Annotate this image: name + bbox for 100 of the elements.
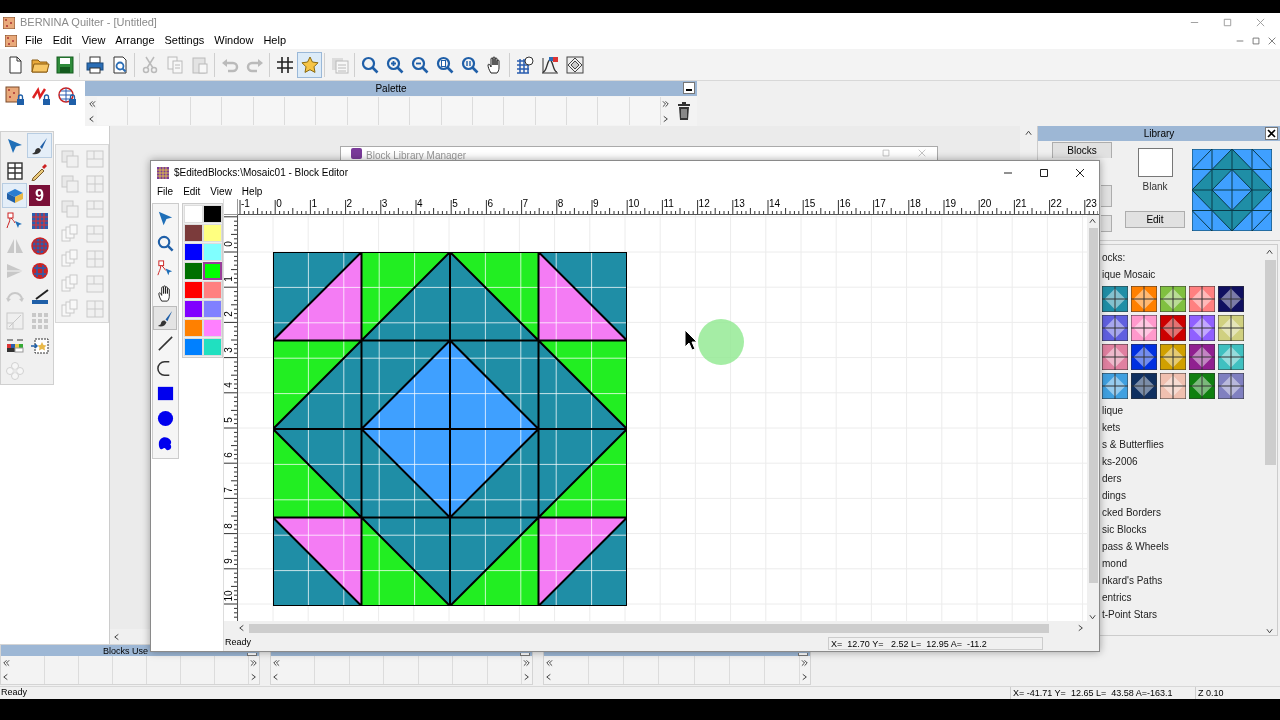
close-icon[interactable] bbox=[1074, 166, 1086, 179]
scroll-icon[interactable] bbox=[801, 673, 809, 681]
category-item[interactable]: kets bbox=[1102, 419, 1263, 436]
category-item[interactable]: lique bbox=[1102, 402, 1263, 419]
menu-item[interactable]: Help bbox=[258, 32, 291, 49]
quilt-block-drawing[interactable] bbox=[273, 252, 627, 606]
ruler-label: 10 bbox=[224, 589, 234, 603]
category-item[interactable]: ders bbox=[1102, 470, 1263, 487]
scroll-up-icon[interactable] bbox=[1024, 129, 1033, 137]
menu-item[interactable]: Window bbox=[209, 32, 259, 49]
scroll-down-icon[interactable] bbox=[1089, 613, 1097, 621]
panel-title: Blocks Use bbox=[103, 645, 148, 656]
quilt-thumbnail[interactable] bbox=[1131, 373, 1157, 399]
menu-item[interactable]: File bbox=[20, 32, 48, 49]
quilt-thumbnail[interactable] bbox=[1131, 286, 1157, 312]
scroll-icon[interactable] bbox=[662, 99, 670, 108]
scroll-left-icon[interactable] bbox=[238, 624, 246, 632]
category-item[interactable]: ique Mosaic bbox=[1102, 266, 1263, 283]
scroll-icon[interactable] bbox=[2, 673, 10, 681]
category-item[interactable]: ks-2006 bbox=[1102, 453, 1263, 470]
scroll-up-icon[interactable] bbox=[1266, 248, 1274, 256]
category-item[interactable]: t-Point Stars bbox=[1102, 606, 1263, 623]
drawing-canvas[interactable] bbox=[238, 215, 1087, 621]
maximize-icon[interactable] bbox=[1038, 166, 1050, 179]
category-item[interactable]: dings bbox=[1102, 487, 1263, 504]
cursor-icon bbox=[684, 329, 698, 351]
category-item[interactable]: s & Butterflies bbox=[1102, 436, 1263, 453]
scroll-thumb[interactable] bbox=[249, 623, 1049, 633]
ruler-label: 18 bbox=[909, 199, 921, 209]
quilt-thumbnail[interactable] bbox=[1189, 373, 1215, 399]
scroll-icon[interactable] bbox=[272, 659, 280, 667]
category-item[interactable]: cked Borders bbox=[1102, 504, 1263, 521]
scroll-icon[interactable] bbox=[801, 659, 809, 667]
scroll-icon[interactable] bbox=[88, 99, 96, 108]
scroll-icon[interactable] bbox=[88, 114, 96, 123]
brush-icon[interactable] bbox=[27, 133, 52, 158]
scroll-right-icon[interactable] bbox=[1077, 624, 1085, 632]
menu-item[interactable]: View bbox=[76, 32, 111, 49]
number-badge[interactable]: 9 bbox=[27, 183, 52, 208]
scroll-thumb[interactable] bbox=[1088, 228, 1098, 583]
ruler-label: 4 bbox=[417, 199, 423, 209]
quilt-thumbnail[interactable] bbox=[1218, 344, 1244, 370]
quilt-thumbnail[interactable] bbox=[1218, 315, 1244, 341]
scroll-icon[interactable] bbox=[2, 659, 10, 667]
category-item[interactable]: sic Blocks bbox=[1102, 521, 1263, 538]
menu-item[interactable]: Arrange bbox=[110, 32, 160, 49]
ruler-label: 7 bbox=[224, 486, 234, 496]
ruler-label: 5 bbox=[224, 416, 234, 425]
brush-icon[interactable] bbox=[153, 306, 178, 330]
scroll-icon[interactable] bbox=[545, 659, 553, 667]
scroll-thumb[interactable] bbox=[1264, 260, 1276, 465]
ruler-label: 8 bbox=[557, 199, 564, 209]
ruler-label: 6 bbox=[224, 451, 234, 460]
quilt-thumbnail[interactable] bbox=[1131, 315, 1157, 341]
quilt-thumbnail[interactable] bbox=[1218, 286, 1244, 312]
block-lock-icon[interactable] bbox=[2, 84, 27, 108]
scroll-icon[interactable] bbox=[545, 673, 553, 681]
quilt-thumbnail[interactable] bbox=[1189, 286, 1215, 312]
scroll-icon[interactable] bbox=[662, 114, 670, 123]
category-item[interactable]: mond bbox=[1102, 555, 1263, 572]
menu-item[interactable]: Edit bbox=[47, 32, 77, 49]
ruler-label: 13 bbox=[733, 199, 745, 209]
quilt-thumbnail[interactable] bbox=[1160, 315, 1186, 341]
menu-item[interactable]: Settings bbox=[159, 32, 210, 49]
category-item[interactable]: entrics bbox=[1102, 589, 1263, 606]
scroll-icon[interactable] bbox=[272, 673, 280, 681]
quilt-thumbnail[interactable] bbox=[1189, 315, 1215, 341]
scroll-icon[interactable] bbox=[250, 673, 258, 681]
scroll-icon[interactable] bbox=[250, 659, 258, 667]
quilt-thumbnail[interactable] bbox=[1102, 373, 1128, 399]
ruler-label: 2 bbox=[224, 310, 234, 320]
quilt-thumbnail[interactable] bbox=[1189, 344, 1215, 370]
category-item[interactable]: nkard's Paths bbox=[1102, 572, 1263, 589]
menu-item[interactable]: Help bbox=[236, 184, 268, 199]
minimize-button[interactable] bbox=[683, 82, 695, 94]
quilt-thumbnail[interactable] bbox=[1131, 344, 1157, 370]
click-highlight bbox=[698, 319, 744, 365]
quilt-thumbnail[interactable] bbox=[1218, 373, 1244, 399]
menu-item[interactable]: View bbox=[205, 184, 237, 199]
ruler-label: 15 bbox=[804, 199, 816, 209]
scroll-icon[interactable] bbox=[523, 673, 531, 681]
edit-button[interactable]: Edit bbox=[1125, 211, 1185, 228]
scroll-icon[interactable] bbox=[523, 659, 531, 667]
zoom-readout: Z 0.10 bbox=[1195, 687, 1280, 699]
book-icon[interactable] bbox=[2, 183, 27, 208]
trash-icon[interactable] bbox=[677, 102, 691, 120]
menu-item[interactable]: Edit bbox=[178, 184, 206, 199]
blocks-button[interactable]: Blocks bbox=[1052, 142, 1112, 158]
quilt-thumbnail[interactable] bbox=[1160, 373, 1186, 399]
quilt-thumbnail[interactable] bbox=[1102, 315, 1128, 341]
scroll-up-icon[interactable] bbox=[1089, 217, 1097, 225]
quilt-thumbnail[interactable] bbox=[1160, 286, 1186, 312]
quilt-thumbnail[interactable] bbox=[1102, 344, 1128, 370]
scroll-down-icon[interactable] bbox=[1266, 627, 1274, 635]
close-button[interactable] bbox=[1265, 127, 1278, 140]
category-item[interactable]: pass & Wheels bbox=[1102, 538, 1263, 555]
scroll-left-icon[interactable] bbox=[113, 632, 121, 641]
quilt-thumbnail[interactable] bbox=[1160, 344, 1186, 370]
menu-item[interactable]: File bbox=[152, 184, 179, 199]
quilt-thumbnail[interactable] bbox=[1102, 286, 1128, 312]
